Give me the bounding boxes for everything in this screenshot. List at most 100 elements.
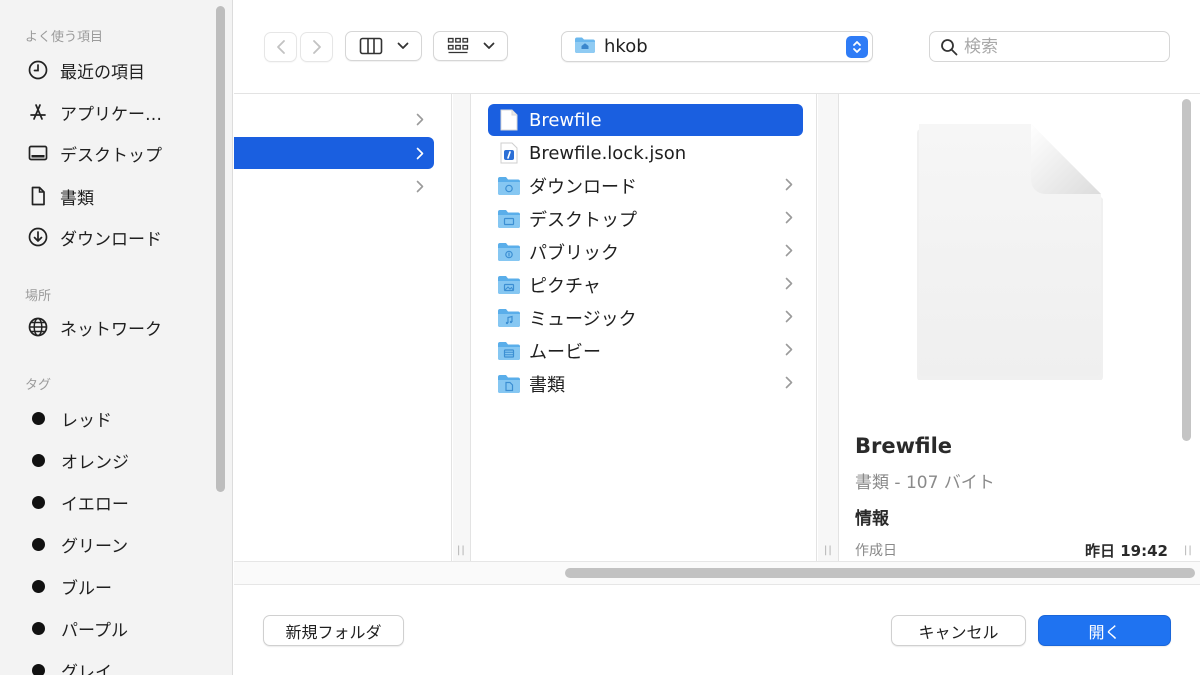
resize-grip-icon: || bbox=[1184, 545, 1193, 556]
preview-info-heading: 情報 bbox=[855, 509, 889, 529]
tag-dot-icon bbox=[32, 411, 45, 425]
column-row[interactable] bbox=[234, 103, 434, 135]
sidebar-item-label: 最近の項目 bbox=[60, 62, 145, 83]
chevron-right-icon bbox=[785, 310, 793, 323]
chevron-right-icon bbox=[785, 376, 793, 389]
column-row[interactable] bbox=[234, 170, 434, 202]
sidebar-tag-gray[interactable]: グレイ bbox=[26, 655, 211, 675]
sidebar-tag-yellow[interactable]: イエロー bbox=[26, 487, 211, 517]
chevron-right-icon bbox=[785, 244, 793, 257]
sidebar-tag-orange[interactable]: オレンジ bbox=[26, 445, 211, 475]
sidebar-item-label: ネットワーク bbox=[60, 319, 162, 340]
file-row-brewfile[interactable]: Brewfile bbox=[488, 104, 803, 136]
folder-icon bbox=[496, 206, 522, 232]
folder-row-downloads[interactable]: ダウンロード bbox=[488, 170, 803, 202]
search-icon bbox=[941, 38, 958, 55]
column-resizer[interactable]: || bbox=[818, 94, 839, 562]
cancel-button[interactable]: キャンセル bbox=[891, 615, 1026, 646]
horizontal-scrollbar-thumb[interactable] bbox=[565, 568, 1195, 578]
folder-row-public[interactable]: パブリック bbox=[488, 236, 803, 268]
plain-file-icon bbox=[496, 107, 522, 133]
dialog-footer: 新規フォルダ キャンセル 開く bbox=[234, 586, 1200, 675]
view-mode-button[interactable] bbox=[345, 31, 422, 61]
tag-dot-icon bbox=[32, 537, 45, 551]
sidebar-item-documents[interactable]: 書類 bbox=[26, 181, 211, 211]
clock-icon bbox=[26, 58, 50, 82]
path-label: hkob bbox=[604, 36, 648, 57]
toolbar: hkob bbox=[234, 0, 1200, 93]
folder-icon bbox=[496, 371, 522, 397]
folder-icon bbox=[496, 272, 522, 298]
preview-created-value: 昨日 19:42 bbox=[1085, 542, 1168, 560]
browser-column-2[interactable]: Brewfile Brewfile.lock.json ダウンロード デスクトッ… bbox=[471, 94, 817, 562]
json-file-icon bbox=[496, 140, 522, 166]
sidebar-tag-red[interactable]: レッド bbox=[26, 403, 211, 433]
columns-view-icon bbox=[359, 37, 382, 55]
new-folder-button[interactable]: 新規フォルダ bbox=[263, 615, 404, 646]
sidebar-item-label: レッド bbox=[61, 410, 112, 431]
sidebar-item-label: アプリケー… bbox=[60, 104, 162, 125]
folder-name: パブリック bbox=[529, 243, 619, 264]
column-row-selected[interactable] bbox=[234, 137, 434, 169]
path-stepper[interactable] bbox=[846, 36, 868, 58]
sidebar-tag-green[interactable]: グリーン bbox=[26, 529, 211, 559]
folder-name: ダウンロード bbox=[529, 177, 637, 198]
folder-row-music[interactable]: ミュージック bbox=[488, 302, 803, 334]
sidebar-tag-blue[interactable]: ブルー bbox=[26, 571, 211, 601]
sidebar-item-applications[interactable]: アプリケー… bbox=[26, 97, 211, 127]
sidebar-item-downloads[interactable]: ダウンロード bbox=[26, 222, 211, 252]
group-by-button[interactable] bbox=[433, 31, 508, 61]
sidebar-item-label: オレンジ bbox=[61, 452, 129, 473]
tag-dot-icon bbox=[32, 663, 45, 675]
folder-icon bbox=[496, 305, 522, 331]
browser-column-1[interactable] bbox=[234, 94, 452, 562]
tag-dot-icon bbox=[32, 495, 45, 509]
chevron-right-icon bbox=[785, 178, 793, 191]
chevron-right-icon bbox=[785, 211, 793, 224]
sidebar-item-label: イエロー bbox=[61, 494, 129, 515]
sidebar-section-locations: 場所 bbox=[25, 289, 52, 304]
chevron-right-icon bbox=[416, 113, 424, 125]
sidebar-item-network[interactable]: ネットワーク bbox=[26, 312, 211, 342]
chevron-down-icon bbox=[397, 42, 408, 49]
back-button[interactable] bbox=[264, 32, 297, 62]
file-row-brewfile-lock[interactable]: Brewfile.lock.json bbox=[488, 137, 803, 169]
folder-name: ミュージック bbox=[529, 309, 637, 330]
sidebar: よく使う項目 最近の項目 アプリケー… デスクトップ 書類 ダウンロード 場所 bbox=[0, 0, 233, 675]
file-name: Brewfile bbox=[529, 109, 602, 131]
download-icon bbox=[26, 225, 50, 249]
preview-pane: Brewfile 書類 - 107 バイト 情報 作成日 昨日 19:42 || bbox=[839, 94, 1200, 562]
document-preview-icon bbox=[917, 124, 1103, 380]
folder-name: ピクチャ bbox=[529, 276, 601, 297]
path-popup[interactable]: hkob bbox=[561, 31, 873, 62]
sidebar-item-desktop[interactable]: デスクトップ bbox=[26, 138, 211, 168]
chevron-right-icon bbox=[785, 343, 793, 356]
open-button[interactable]: 開く bbox=[1038, 615, 1171, 646]
applications-icon bbox=[26, 100, 50, 124]
sidebar-item-label: パープル bbox=[61, 620, 128, 641]
folder-row-movies[interactable]: ムービー bbox=[488, 335, 803, 367]
file-name: Brewfile.lock.json bbox=[529, 142, 687, 164]
preview-kind-size: 書類 - 107 バイト bbox=[855, 473, 995, 493]
folder-icon bbox=[496, 173, 522, 199]
horizontal-scrollbar-track bbox=[234, 561, 1200, 585]
sidebar-scrollbar[interactable] bbox=[216, 6, 225, 492]
forward-button[interactable] bbox=[300, 32, 333, 62]
sidebar-item-recents[interactable]: 最近の項目 bbox=[26, 55, 211, 85]
folder-row-documents[interactable]: 書類 bbox=[488, 368, 803, 400]
folder-name: デスクトップ bbox=[529, 210, 637, 231]
up-down-chevron-icon bbox=[853, 41, 861, 53]
folder-row-pictures[interactable]: ピクチャ bbox=[488, 269, 803, 301]
chevron-down-icon bbox=[483, 42, 494, 49]
search-field[interactable] bbox=[929, 31, 1170, 62]
column-resizer[interactable]: || bbox=[453, 94, 471, 562]
sidebar-item-label: 書類 bbox=[60, 188, 94, 209]
preview-scrollbar[interactable] bbox=[1182, 99, 1191, 441]
resize-grip-icon: || bbox=[457, 545, 466, 556]
network-icon bbox=[26, 315, 50, 339]
folder-row-desktop[interactable]: デスクトップ bbox=[488, 203, 803, 235]
sidebar-item-label: ブルー bbox=[61, 578, 112, 599]
search-input[interactable] bbox=[964, 36, 1154, 57]
sidebar-tag-purple[interactable]: パープル bbox=[26, 613, 211, 643]
group-grid-icon bbox=[447, 37, 468, 54]
